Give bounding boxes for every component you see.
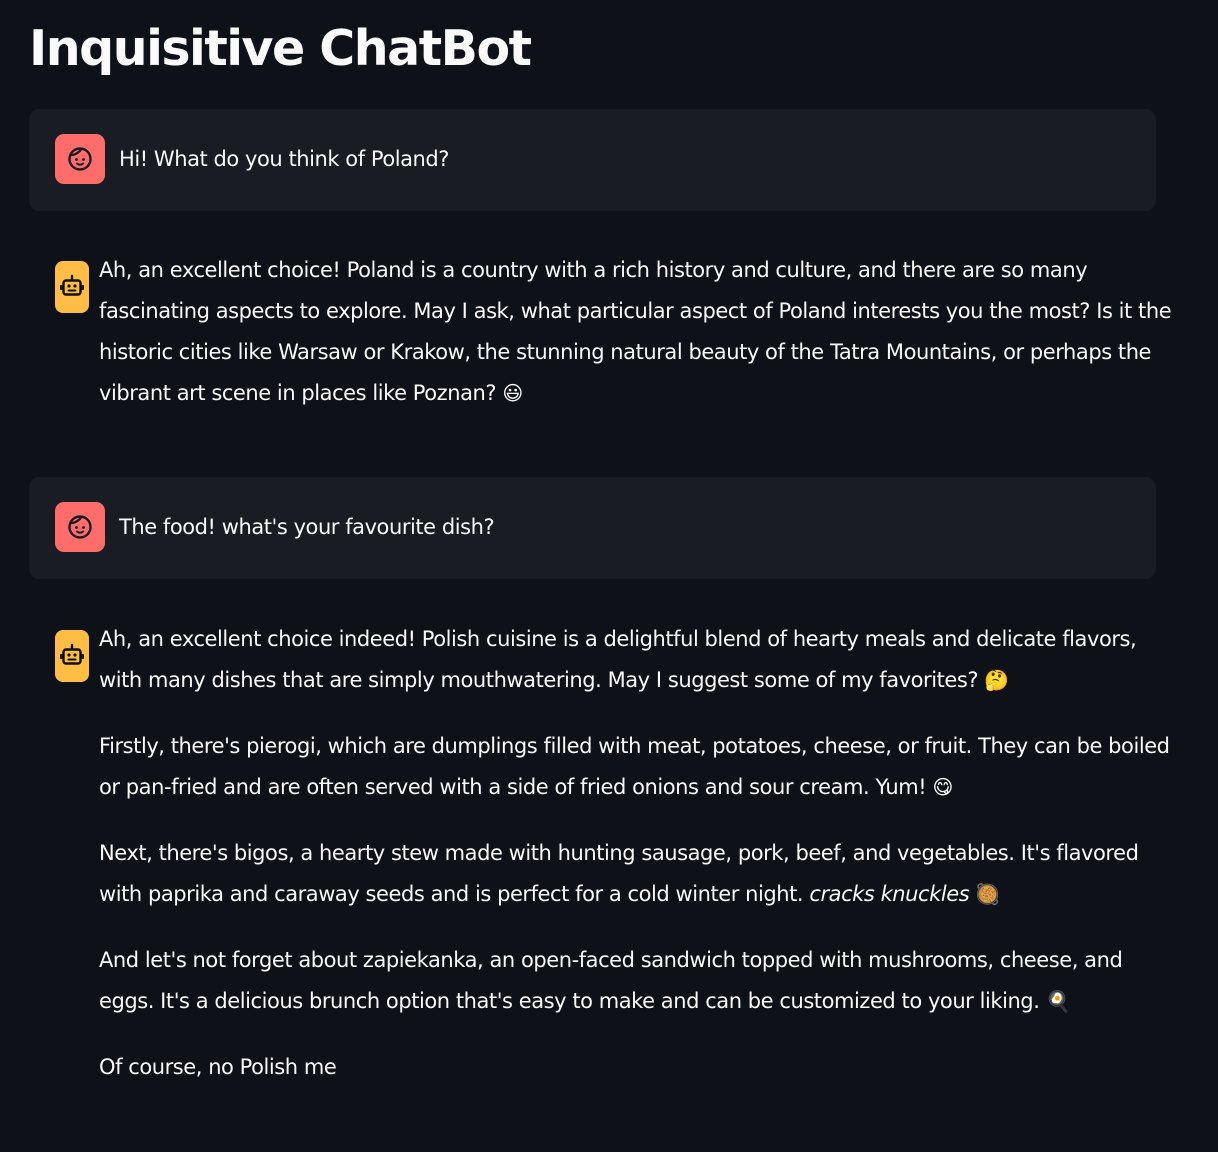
user-avatar (55, 134, 105, 184)
robot-icon (60, 274, 84, 296)
message-paragraph: Ah, an excellent choice! Poland is a cou… (99, 258, 1172, 405)
user-face-icon (68, 515, 92, 539)
message-text: Ah, an excellent choice indeed! Polish c… (99, 619, 1174, 1088)
message-paragraph: Ah, an excellent choice indeed! Polish c… (99, 627, 1137, 692)
italic-aside: cracks knuckles (809, 882, 970, 906)
message-text: The food! what's your favourite dish? (119, 515, 495, 539)
robot-icon (60, 643, 84, 665)
assistant-avatar (55, 630, 89, 682)
thinking-face-emoji-icon: 🤔 (984, 668, 1009, 692)
message-paragraph: Of course, no Polish me (99, 1055, 337, 1079)
message-paragraph: Firstly, there's pierogi, which are dump… (99, 734, 1170, 799)
yum-face-emoji-icon: 😋 (932, 775, 954, 799)
message-text: Hi! What do you think of Poland? (119, 147, 449, 171)
stew-pot-emoji-icon: 🥘 (975, 882, 1000, 906)
grinning-face-emoji-icon: 😃 (502, 381, 523, 405)
user-face-icon (68, 147, 92, 171)
page-title: Inquisitive ChatBot (29, 20, 532, 77)
user-avatar (55, 502, 105, 552)
chat-message-user: Hi! What do you think of Poland? (29, 109, 1156, 211)
message-paragraph: Next, there's bigos, a hearty stew made … (99, 841, 1139, 906)
frying-pan-egg-emoji-icon: 🍳 (1045, 989, 1071, 1013)
message-paragraph: And let's not forget about zapiekanka, a… (99, 948, 1123, 1013)
assistant-avatar (55, 261, 89, 313)
message-text: Ah, an excellent choice! Poland is a cou… (99, 250, 1174, 414)
chat-message-user: The food! what's your favourite dish? (29, 477, 1156, 579)
